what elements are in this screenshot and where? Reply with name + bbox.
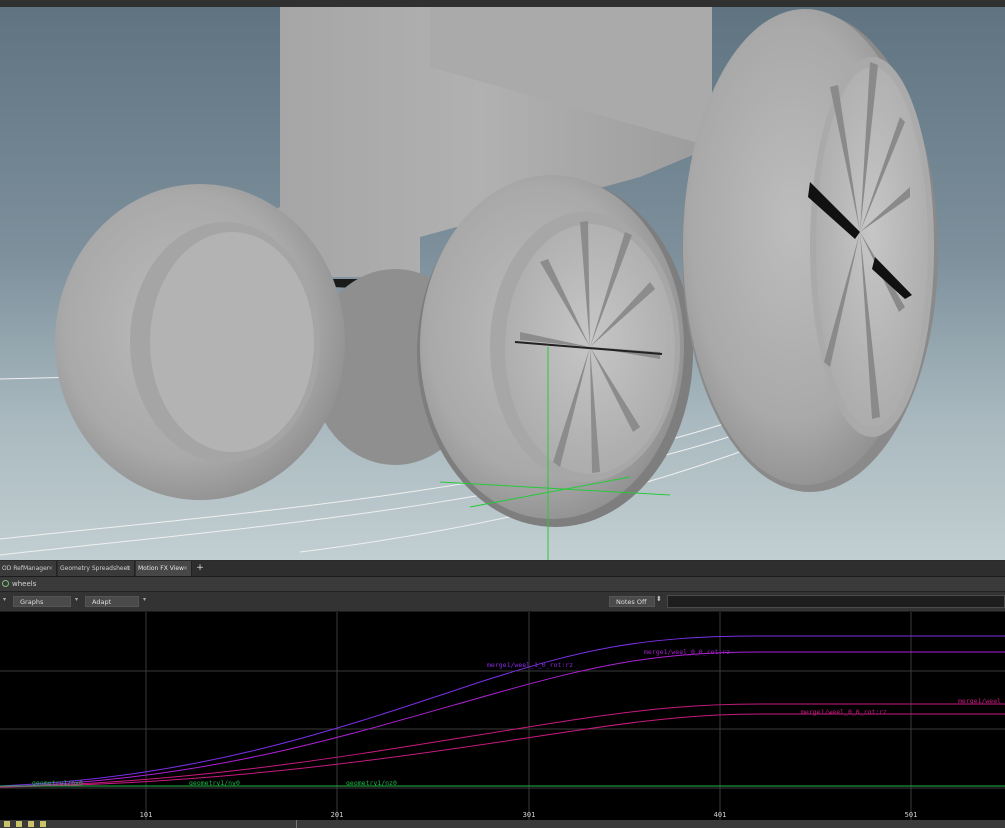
graph-canvas: merge1/weel_1_0_rot:rz merge1/weel_0_0_r… xyxy=(0,612,1005,820)
curve-label: geometry1/nz0 xyxy=(346,779,397,787)
close-icon[interactable]: × xyxy=(48,561,53,576)
curve-weel-0-0-purple xyxy=(0,651,1005,788)
motionfx-toolbar: ▾ Graphs ▾ Adapt ▾ Notes Off ⬍ xyxy=(0,592,1005,612)
viewport-scene xyxy=(0,7,938,560)
tab-od-refmanager[interactable]: OD RefManager × xyxy=(0,561,57,576)
path-bar: wheels xyxy=(0,577,1005,592)
status-icon[interactable] xyxy=(4,821,10,827)
status-icon[interactable] xyxy=(40,821,46,827)
status-divider xyxy=(296,820,297,828)
scale-mode-dropdown[interactable]: Adapt xyxy=(85,596,139,607)
dropdown-arrow-icon[interactable]: ▾ xyxy=(143,596,146,603)
curve-label: merge1/weel_1_0_rot:rz xyxy=(487,661,573,669)
node-icon xyxy=(2,580,9,587)
status-icon[interactable] xyxy=(28,821,34,827)
graph-grid xyxy=(0,612,1005,820)
tab-label: OD RefManager xyxy=(2,565,50,572)
right-wheel xyxy=(682,9,938,492)
stepper-icon[interactable]: ⬍ xyxy=(656,595,662,603)
add-tab-icon[interactable]: + xyxy=(194,561,206,576)
view-mode-label: Graphs xyxy=(20,598,44,606)
dropdown-arrow-icon[interactable]: ▾ xyxy=(75,596,78,603)
scale-mode-label: Adapt xyxy=(92,598,112,606)
x-tick-label: 401 xyxy=(714,811,727,819)
3d-viewport[interactable] xyxy=(0,7,1005,560)
pane-tab-bar: OD RefManager × Geometry Spreadsheet × M… xyxy=(0,561,1005,577)
dropdown-arrow-icon[interactable]: ▾ xyxy=(3,596,6,603)
tab-motion-fx-view[interactable]: Motion FX View × xyxy=(136,561,192,576)
path-node-label[interactable]: wheels xyxy=(12,577,36,591)
curve-weel-0-0-magenta-bot xyxy=(0,713,1005,788)
curve-label: geometry1/ny0 xyxy=(189,779,240,787)
x-tick-label: 101 xyxy=(140,811,153,819)
view-mode-dropdown[interactable]: Graphs xyxy=(13,596,71,607)
status-icon[interactable] xyxy=(16,821,22,827)
close-icon[interactable]: × xyxy=(183,561,188,576)
x-tick-label: 501 xyxy=(905,811,918,819)
tab-label: Geometry Spreadsheet xyxy=(60,565,130,572)
tab-geometry-spreadsheet[interactable]: Geometry Spreadsheet × xyxy=(58,561,135,576)
curve-label: merge1/weel xyxy=(958,697,1001,705)
notes-input[interactable] xyxy=(667,595,1005,608)
left-wheel xyxy=(55,184,345,500)
motion-graph[interactable]: merge1/weel_1_0_rot:rz merge1/weel_0_0_r… xyxy=(0,612,1005,820)
tab-label: Motion FX View xyxy=(138,565,184,572)
front-wheel xyxy=(417,175,693,527)
curve-label: merge1/weel_0_0_rot:rz xyxy=(644,648,730,656)
status-bar xyxy=(0,820,1005,828)
notes-label: Notes Off xyxy=(616,598,647,606)
x-tick-label: 201 xyxy=(331,811,344,819)
curve-label: geometry1/nx0 xyxy=(32,779,83,787)
x-tick-label: 301 xyxy=(523,811,536,819)
curve-label: merge1/weel_0_0_rot:rz xyxy=(801,708,887,716)
notes-toggle-button[interactable]: Notes Off xyxy=(609,596,655,607)
close-icon[interactable]: × xyxy=(126,561,131,576)
